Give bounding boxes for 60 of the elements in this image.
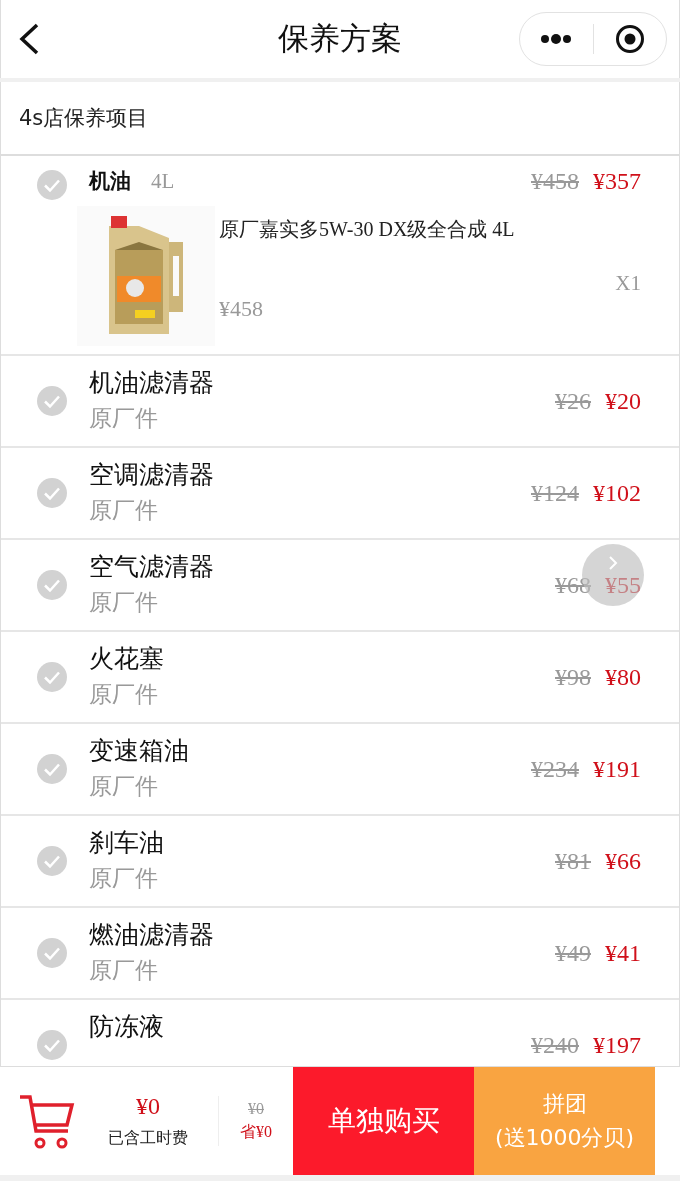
- item-name: 机油: [89, 168, 131, 195]
- sale-price: ¥197: [593, 1031, 641, 1059]
- original-price: ¥49: [555, 939, 591, 967]
- sale-price: ¥191: [593, 755, 641, 783]
- item-name: 刹车油: [89, 827, 165, 859]
- sale-price: ¥41: [605, 939, 641, 967]
- sale-price: ¥102: [593, 479, 641, 507]
- original-price: ¥124: [531, 479, 579, 507]
- item-subtitle: 原厂件: [89, 588, 159, 617]
- item-name: 火花塞: [89, 643, 165, 675]
- target-icon[interactable]: [614, 24, 645, 54]
- total-price: ¥0: [136, 1093, 160, 1120]
- check-circle-icon[interactable]: [37, 170, 67, 200]
- labor-note: 已含工时费: [108, 1128, 188, 1149]
- original-price: ¥68: [555, 571, 591, 599]
- original-price: ¥234: [531, 755, 579, 783]
- quantity: X1: [615, 271, 641, 296]
- original-price: ¥240: [531, 1031, 579, 1059]
- section-title: 4s店保养项目: [19, 105, 149, 132]
- original-price: ¥26: [555, 387, 591, 415]
- check-circle-icon[interactable]: [37, 570, 67, 600]
- sale-price: ¥20: [605, 387, 641, 415]
- item-name: 空气滤清器: [89, 551, 215, 583]
- sale-price: ¥80: [605, 663, 641, 691]
- item-name: 燃油滤清器: [89, 919, 215, 951]
- check-circle-icon[interactable]: [37, 386, 67, 416]
- check-circle-icon[interactable]: [37, 1030, 67, 1060]
- group-buy-button[interactable]: 拼团 (送1000分贝): [474, 1067, 655, 1175]
- product-name: 原厂嘉实多5W-30 DX级全合成 4L: [219, 217, 516, 242]
- chevron-right-icon: [608, 556, 618, 570]
- product-price: ¥458: [219, 296, 264, 322]
- original-price: ¥98: [555, 663, 591, 691]
- item-name: 变速箱油: [89, 735, 190, 767]
- item-subtitle: 原厂件: [89, 956, 159, 985]
- sale-price: ¥66: [605, 847, 641, 875]
- check-circle-icon[interactable]: [37, 938, 67, 968]
- check-circle-icon[interactable]: [37, 662, 67, 692]
- original-price: ¥81: [555, 847, 591, 875]
- check-circle-icon[interactable]: [37, 754, 67, 784]
- original-total: ¥0: [248, 1099, 264, 1118]
- check-circle-icon[interactable]: [37, 478, 67, 508]
- saved-amount: 省¥0: [240, 1121, 272, 1142]
- cart-icon[interactable]: [18, 1093, 76, 1151]
- page-title: 保养方案: [278, 19, 402, 58]
- item-subtitle: 原厂件: [89, 404, 159, 433]
- original-price: ¥458: [531, 167, 579, 195]
- sale-price: ¥55: [605, 571, 641, 599]
- item-name: 空调滤清器: [89, 459, 215, 491]
- item-name: 防冻液: [89, 1011, 165, 1043]
- item-spec: 4L: [151, 168, 175, 194]
- item-subtitle: 原厂件: [89, 496, 159, 525]
- item-subtitle: 原厂件: [89, 864, 159, 893]
- more-icon[interactable]: [540, 34, 573, 44]
- item-name: 机油滤清器: [89, 367, 215, 399]
- buy-alone-button[interactable]: 单独购买: [293, 1067, 474, 1175]
- sale-price: ¥357: [593, 167, 641, 195]
- item-subtitle: 原厂件: [89, 680, 159, 709]
- back-icon[interactable]: [17, 22, 41, 56]
- check-circle-icon[interactable]: [37, 846, 67, 876]
- item-subtitle: 原厂件: [89, 772, 159, 801]
